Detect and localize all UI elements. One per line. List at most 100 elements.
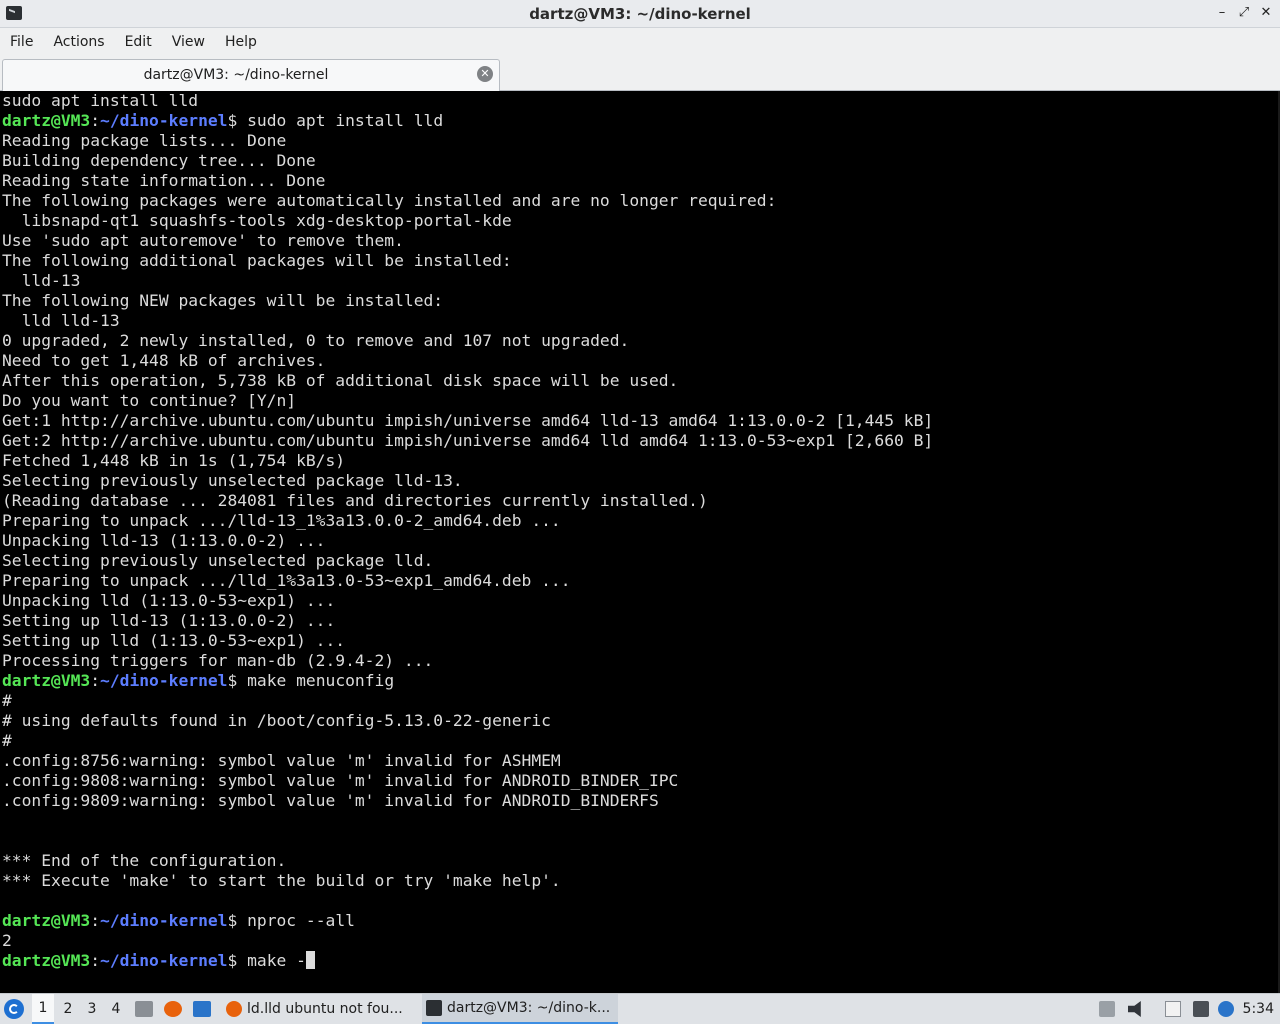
firefox-icon xyxy=(226,1001,242,1017)
prompt-symbol: $ xyxy=(227,111,238,130)
terminal-line: The following packages were automaticall… xyxy=(2,191,777,210)
workspace-4[interactable]: 4 xyxy=(105,994,127,1024)
prompt-symbol: $ xyxy=(227,911,238,930)
prompt-symbol: $ xyxy=(227,671,238,690)
lubuntu-start-icon[interactable] xyxy=(4,994,28,1024)
workspace-1[interactable]: 1 xyxy=(32,994,54,1024)
menu-bar: File Actions Edit View Help xyxy=(0,28,1280,56)
terminal-line: sudo apt install lld xyxy=(2,91,199,110)
task-browser[interactable]: ld.lld ubuntu not fou... xyxy=(222,994,418,1024)
terminal-line: lld lld-13 xyxy=(2,311,120,330)
terminal-line: Processing triggers for man-db (2.9.4-2)… xyxy=(2,651,434,670)
close-icon[interactable]: ✕ xyxy=(477,66,493,82)
terminal-line: # xyxy=(2,691,12,710)
terminal-line: After this operation, 5,738 kB of additi… xyxy=(2,371,679,390)
prompt-user: dartz@VM3 xyxy=(2,911,91,930)
prompt-separator: : xyxy=(90,111,101,130)
taskbar: 1 2 3 4 ld.lld ubuntu not fou... dartz@V… xyxy=(0,993,1280,1024)
terminal-line: Setting up lld-13 (1:13.0.0-2) ... xyxy=(2,611,336,630)
prompt-user: dartz@VM3 xyxy=(2,671,91,690)
command-text: make menuconfig xyxy=(237,671,395,690)
menu-edit[interactable]: Edit xyxy=(115,34,162,50)
tab-strip: dartz@VM3: ~/dino-kernel ✕ xyxy=(0,56,1280,91)
task-terminal-label: dartz@VM3: ~/dino-k... xyxy=(447,1000,611,1016)
terminal-line: (Reading database ... 284081 files and d… xyxy=(2,491,708,510)
terminal-line: libsnapd-qt1 squashfs-tools xdg-desktop-… xyxy=(2,211,512,230)
terminal-line: The following NEW packages will be insta… xyxy=(2,291,444,310)
network-icon[interactable] xyxy=(1193,994,1209,1024)
terminal-line: Unpacking lld-13 (1:13.0.0-2) ... xyxy=(2,531,326,550)
prompt-user: dartz@VM3 xyxy=(2,951,91,970)
terminal-line: Reading state information... Done xyxy=(2,171,326,190)
prompt-path: ~/dino-kernel xyxy=(100,911,228,930)
task-terminal[interactable]: dartz@VM3: ~/dino-k... xyxy=(422,994,618,1024)
terminal-line: Get:1 http://archive.ubuntu.com/ubuntu i… xyxy=(2,411,934,430)
prompt-path: ~/dino-kernel xyxy=(100,671,228,690)
file-manager-icon[interactable] xyxy=(135,994,153,1024)
terminal-line: *** Execute 'make' to start the build or… xyxy=(2,871,561,890)
terminal-line: .config:9808:warning: symbol value 'm' i… xyxy=(2,771,679,790)
terminal-line: 2 xyxy=(2,931,12,950)
window-title: dartz@VM3: ~/dino-kernel xyxy=(529,5,751,23)
tab-label: dartz@VM3: ~/dino-kernel xyxy=(143,67,329,83)
volume-icon[interactable] xyxy=(1128,994,1144,1024)
terminal-prompt-line: dartz@VM3:~/dino-kernel$ make - xyxy=(0,951,1278,971)
terminal-line: 0 upgraded, 2 newly installed, 0 to remo… xyxy=(2,331,630,350)
terminal-prompt-line: dartz@VM3:~/dino-kernel$ sudo apt instal… xyxy=(0,111,1278,131)
update-icon[interactable] xyxy=(1218,994,1234,1024)
terminal-icon xyxy=(426,1000,442,1016)
terminal-line: Reading package lists... Done xyxy=(2,131,287,150)
window-controls: – ⤢ ✕ xyxy=(1216,6,1272,20)
terminal-line: Building dependency tree... Done xyxy=(2,151,316,170)
terminal-prompt-line: dartz@VM3:~/dino-kernel$ make menuconfig xyxy=(0,671,1278,691)
terminal-line: lld-13 xyxy=(2,271,81,290)
command-input[interactable]: make - xyxy=(237,951,306,970)
terminal-line: Do you want to continue? [Y/n] xyxy=(2,391,297,410)
menu-view[interactable]: View xyxy=(162,34,215,50)
terminal-line: .config:8756:warning: symbol value 'm' i… xyxy=(2,751,561,770)
prompt-path: ~/dino-kernel xyxy=(100,951,228,970)
terminal-line: Selecting previously unselected package … xyxy=(2,551,434,570)
prompt-separator: : xyxy=(90,911,101,930)
firefox-icon[interactable] xyxy=(164,994,182,1024)
terminal-line: Use 'sudo apt autoremove' to remove them… xyxy=(2,231,404,250)
terminal-line: Selecting previously unselected package … xyxy=(2,471,463,490)
minimize-icon[interactable]: – xyxy=(1216,6,1228,20)
clipboard-icon[interactable] xyxy=(1099,994,1115,1024)
terminal-prompt-line: dartz@VM3:~/dino-kernel$ nproc --all xyxy=(0,911,1278,931)
terminal-line: *** End of the configuration. xyxy=(2,851,287,870)
menu-help[interactable]: Help xyxy=(215,34,267,50)
workspace-3[interactable]: 3 xyxy=(81,994,103,1024)
tab-terminal[interactable]: dartz@VM3: ~/dino-kernel ✕ xyxy=(2,59,500,91)
prompt-separator: : xyxy=(90,951,101,970)
terminal-line: # xyxy=(2,731,12,750)
text-cursor xyxy=(305,951,315,969)
terminal-line: # using defaults found in /boot/config-5… xyxy=(2,711,551,730)
terminal-line: The following additional packages will b… xyxy=(2,251,512,270)
menu-file[interactable]: File xyxy=(0,34,43,50)
menu-actions[interactable]: Actions xyxy=(43,34,114,50)
terminal-line: Preparing to unpack .../lld_1%3a13.0-53~… xyxy=(2,571,571,590)
workspace-2[interactable]: 2 xyxy=(57,994,79,1024)
command-text: sudo apt install lld xyxy=(237,111,444,130)
terminal-output[interactable]: sudo apt install lld dartz@VM3:~/dino-ker… xyxy=(0,91,1280,993)
files-icon[interactable] xyxy=(1165,994,1181,1024)
maximize-icon[interactable]: ⤢ xyxy=(1238,6,1250,20)
prompt-separator: : xyxy=(90,671,101,690)
close-window-icon[interactable]: ✕ xyxy=(1260,6,1272,20)
task-browser-label: ld.lld ubuntu not fou... xyxy=(247,1001,403,1017)
desktop-icon[interactable] xyxy=(193,994,211,1024)
prompt-user: dartz@VM3 xyxy=(2,111,91,130)
terminal-line: Get:2 http://archive.ubuntu.com/ubuntu i… xyxy=(2,431,934,450)
command-text: nproc --all xyxy=(237,911,355,930)
prompt-symbol: $ xyxy=(227,951,238,970)
terminal-line: Unpacking lld (1:13.0-53~exp1) ... xyxy=(2,591,336,610)
terminal-line: Fetched 1,448 kB in 1s (1,754 kB/s) xyxy=(2,451,346,470)
terminal-line: Need to get 1,448 kB of archives. xyxy=(2,351,326,370)
clock[interactable]: 5:34 xyxy=(1243,994,1274,1024)
title-bar: dartz@VM3: ~/dino-kernel – ⤢ ✕ xyxy=(0,0,1280,28)
terminal-line: Preparing to unpack .../lld-13_1%3a13.0.… xyxy=(2,511,561,530)
